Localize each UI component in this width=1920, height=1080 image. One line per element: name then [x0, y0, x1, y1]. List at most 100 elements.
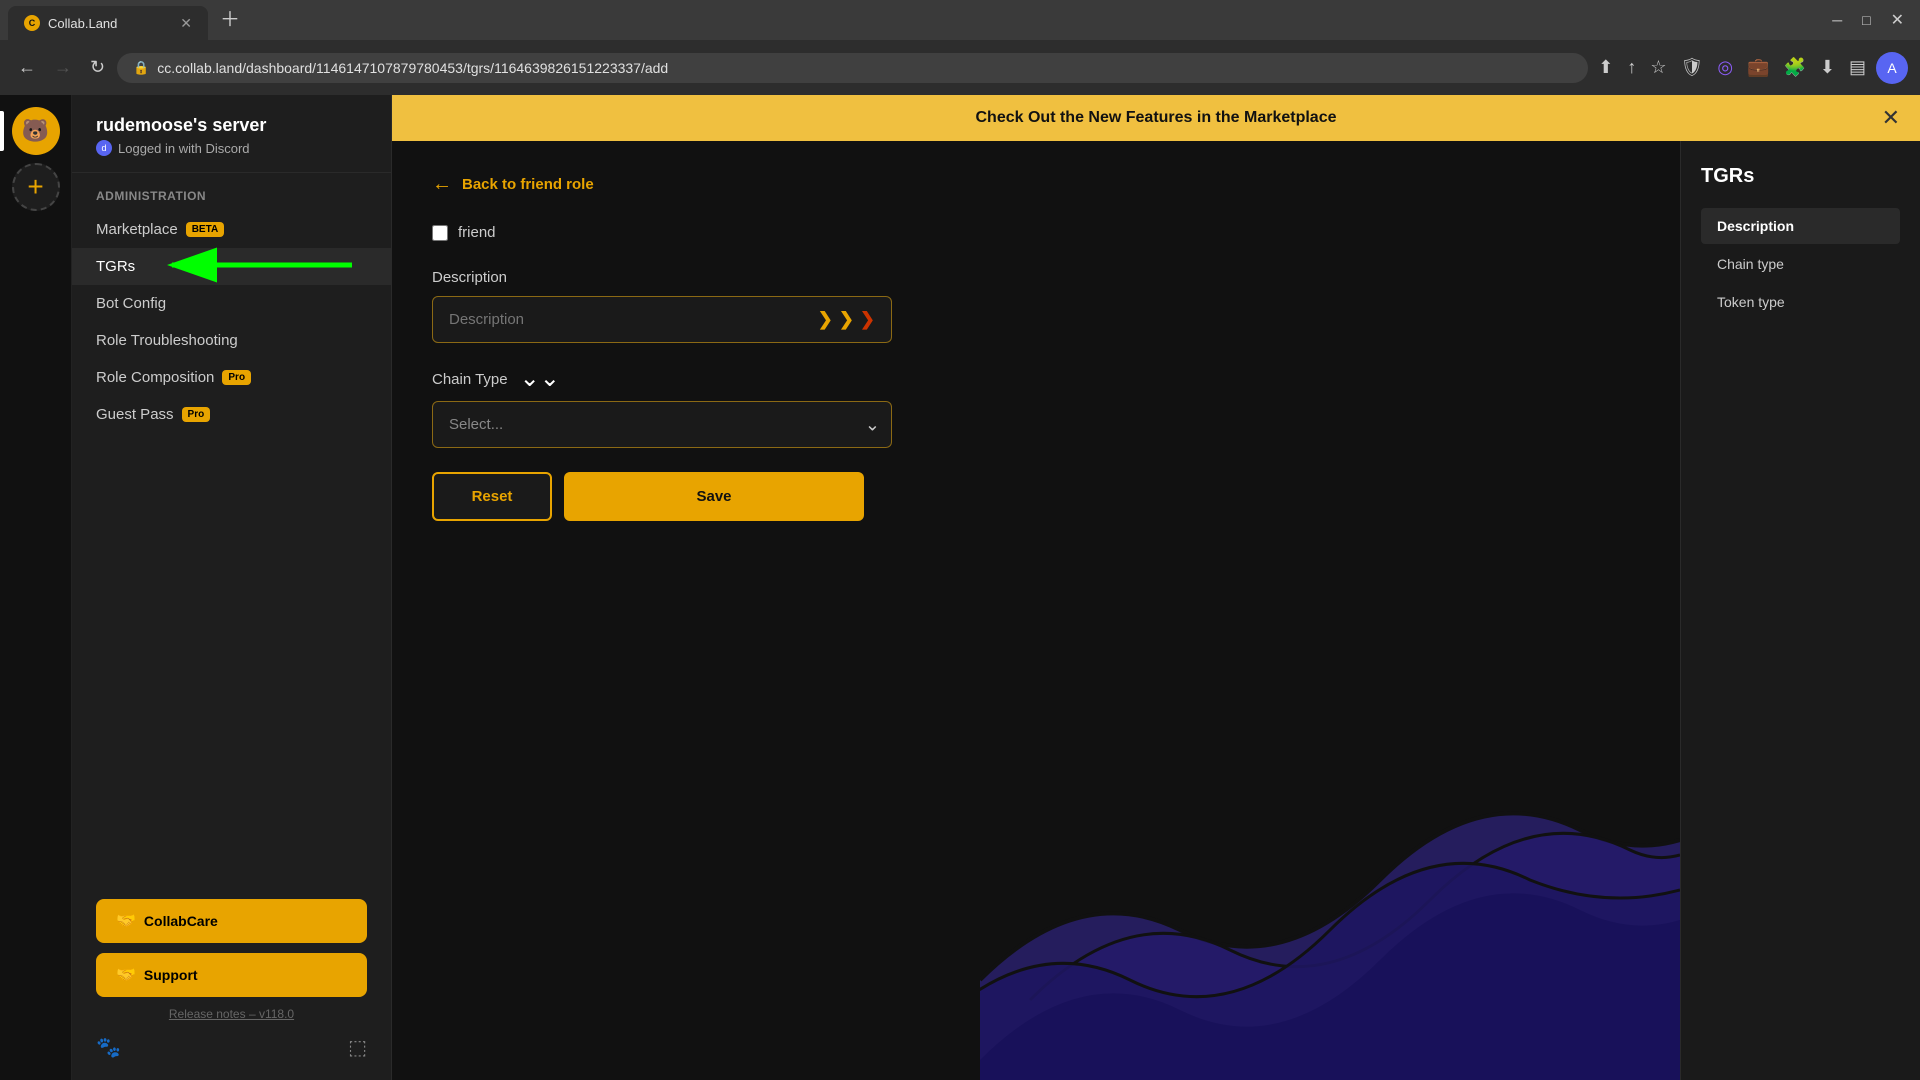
wallet-icon[interactable]: 💼: [1743, 53, 1773, 82]
notification-text: Check Out the New Features in the Market…: [976, 109, 1337, 127]
discord-login-text: Logged in with Discord: [118, 141, 250, 156]
new-tab-button[interactable]: ＋: [212, 0, 248, 36]
extensions-icon[interactable]: ⬆: [1594, 53, 1617, 82]
back-button[interactable]: ←: [12, 53, 42, 82]
collab-care-label: CollabCare: [144, 913, 218, 929]
arrow-icon-1: ❯: [818, 309, 833, 330]
app-layout: 🐻 + rudemoose's server d Logged in with …: [0, 95, 1920, 1080]
sidebar-section: Administration Marketplace BETA TGRs: [72, 173, 391, 441]
collab-care-icon: 🤝: [116, 911, 136, 931]
description-input-wrapper: ❯ ❯ ❯: [432, 296, 892, 343]
notification-banner: Check Out the New Features in the Market…: [392, 95, 1920, 141]
share-icon[interactable]: ↑: [1623, 53, 1640, 82]
role-troubleshooting-label: Role Troubleshooting: [96, 332, 238, 349]
tgr-nav-chain-type[interactable]: Chain type: [1701, 246, 1900, 282]
description-section: Description ❯ ❯ ❯: [432, 269, 1640, 343]
notification-close-button[interactable]: ✕: [1882, 105, 1900, 131]
right-sidebar: TGRs Description Chain type Token type: [1680, 141, 1920, 1080]
sidebar-item-role-troubleshooting[interactable]: Role Troubleshooting: [72, 322, 391, 359]
server-avatar[interactable]: 🐻: [12, 107, 60, 155]
sidebar-bottom: 🤝 CollabCare 🤝 Support Release notes – v…: [72, 883, 391, 1080]
description-label: Description: [432, 269, 1640, 286]
lock-icon: 🔒: [133, 60, 149, 76]
role-name-label: friend: [458, 224, 496, 241]
browser-tabs-bar: ─ □ ✕ C Collab.Land ✕ ＋: [0, 0, 1920, 40]
collab-logo-icon: 🐾: [96, 1035, 121, 1060]
sidebar-item-tgrs[interactable]: TGRs: [72, 248, 391, 285]
reset-button[interactable]: Reset: [432, 472, 552, 521]
bot-config-label: Bot Config: [96, 295, 166, 312]
arrow-icon-2: ❯: [839, 309, 854, 330]
tgr-nav-description[interactable]: Description: [1701, 208, 1900, 244]
tgr-nav-chain-type-label: Chain type: [1717, 256, 1784, 272]
wave-decoration: [980, 580, 1680, 1080]
colorpicker-icon[interactable]: ◎: [1713, 53, 1737, 82]
main-sidebar: rudemoose's server d Logged in with Disc…: [72, 95, 392, 1080]
arrow-icon-3: ❯: [860, 309, 875, 330]
tgrs-panel-title: TGRs: [1701, 165, 1900, 188]
chain-type-section: Chain Type ⌄⌄ Select... ⌄: [432, 367, 1640, 448]
sidebar-header: rudemoose's server d Logged in with Disc…: [72, 95, 391, 173]
description-input[interactable]: [449, 311, 812, 328]
support-button[interactable]: 🤝 Support: [96, 953, 367, 997]
back-nav-text: Back to friend role: [462, 176, 594, 193]
window-maximize[interactable]: □: [1854, 8, 1878, 32]
profile-icon[interactable]: A: [1876, 52, 1908, 84]
support-icon: 🤝: [116, 965, 136, 985]
tab-close-icon[interactable]: ✕: [180, 15, 192, 32]
role-composition-label: Role Composition: [96, 369, 214, 386]
sidebar-item-marketplace[interactable]: Marketplace BETA: [72, 211, 391, 248]
support-label: Support: [144, 967, 198, 983]
main-content: Check Out the New Features in the Market…: [392, 95, 1920, 1080]
sidebar-footer-icons: 🐾 ⬚: [96, 1031, 367, 1064]
role-checkbox[interactable]: [432, 225, 448, 241]
pro-badge-composition: Pro: [222, 370, 251, 385]
bookmark-icon[interactable]: ☆: [1646, 53, 1670, 82]
tab-title: Collab.Land: [48, 16, 117, 31]
collab-care-button[interactable]: 🤝 CollabCare: [96, 899, 367, 943]
avatar-icon: 🐻: [22, 118, 49, 144]
sidebar-item-role-composition[interactable]: Role Composition Pro: [72, 359, 391, 396]
content-with-sidebar: ← Back to friend role friend Description…: [392, 141, 1920, 1080]
release-notes-link[interactable]: Release notes – v118.0: [96, 1007, 367, 1021]
browser-shield-icon[interactable]: 🛡: [1676, 53, 1707, 82]
reload-button[interactable]: ↻: [84, 53, 111, 82]
beta-badge: BETA: [186, 222, 224, 237]
logout-icon[interactable]: ⬚: [348, 1035, 367, 1060]
discord-icon: d: [96, 140, 112, 156]
server-sidebar: 🐻 +: [0, 95, 72, 1080]
marketplace-label: Marketplace: [96, 221, 178, 238]
sidebar-item-bot-config[interactable]: Bot Config: [72, 285, 391, 322]
chain-type-select-wrapper: Select... ⌄: [432, 401, 892, 448]
release-notes-text: Release notes – v118.0: [169, 1007, 294, 1021]
back-navigation[interactable]: ← Back to friend role: [432, 173, 1640, 196]
tab-favicon: C: [24, 15, 40, 31]
tgrs-label: TGRs: [96, 258, 135, 275]
chain-type-select[interactable]: Select...: [432, 401, 892, 448]
save-button[interactable]: Save: [564, 472, 864, 521]
chain-type-label: Chain Type: [432, 371, 508, 388]
browser-tab-active[interactable]: C Collab.Land ✕: [8, 6, 208, 40]
window-minimize[interactable]: ─: [1824, 8, 1850, 32]
form-content: ← Back to friend role friend Description…: [392, 141, 1680, 1080]
discord-login-row: d Logged in with Discord: [96, 140, 367, 156]
address-text: cc.collab.land/dashboard/114614710787978…: [157, 60, 668, 76]
address-bar[interactable]: 🔒 cc.collab.land/dashboard/1146147107879…: [117, 53, 1588, 83]
back-arrow-icon: ←: [432, 173, 452, 196]
window-close[interactable]: ✕: [1883, 6, 1912, 34]
role-checkbox-row: friend: [432, 224, 1640, 241]
pro-badge-guest: Pro: [182, 407, 211, 422]
server-name: rudemoose's server: [96, 115, 367, 136]
add-server-button[interactable]: +: [12, 163, 60, 211]
forward-button[interactable]: →: [48, 53, 78, 82]
form-actions: Reset Save: [432, 472, 1640, 521]
sidebar-toggle-icon[interactable]: ▤: [1845, 53, 1870, 82]
double-chevron-icon: ⌄⌄: [520, 367, 560, 391]
browser-chrome: ─ □ ✕ C Collab.Land ✕ ＋ ← → ↻ 🔒 cc.colla…: [0, 0, 1920, 95]
guest-pass-label: Guest Pass: [96, 406, 174, 423]
download-icon[interactable]: ⬇: [1816, 53, 1839, 82]
admin-section-label: Administration: [72, 189, 391, 203]
tgr-nav-token-type[interactable]: Token type: [1701, 284, 1900, 320]
puzzle-icon[interactable]: 🧩: [1779, 53, 1809, 82]
sidebar-item-guest-pass[interactable]: Guest Pass Pro: [72, 396, 391, 433]
